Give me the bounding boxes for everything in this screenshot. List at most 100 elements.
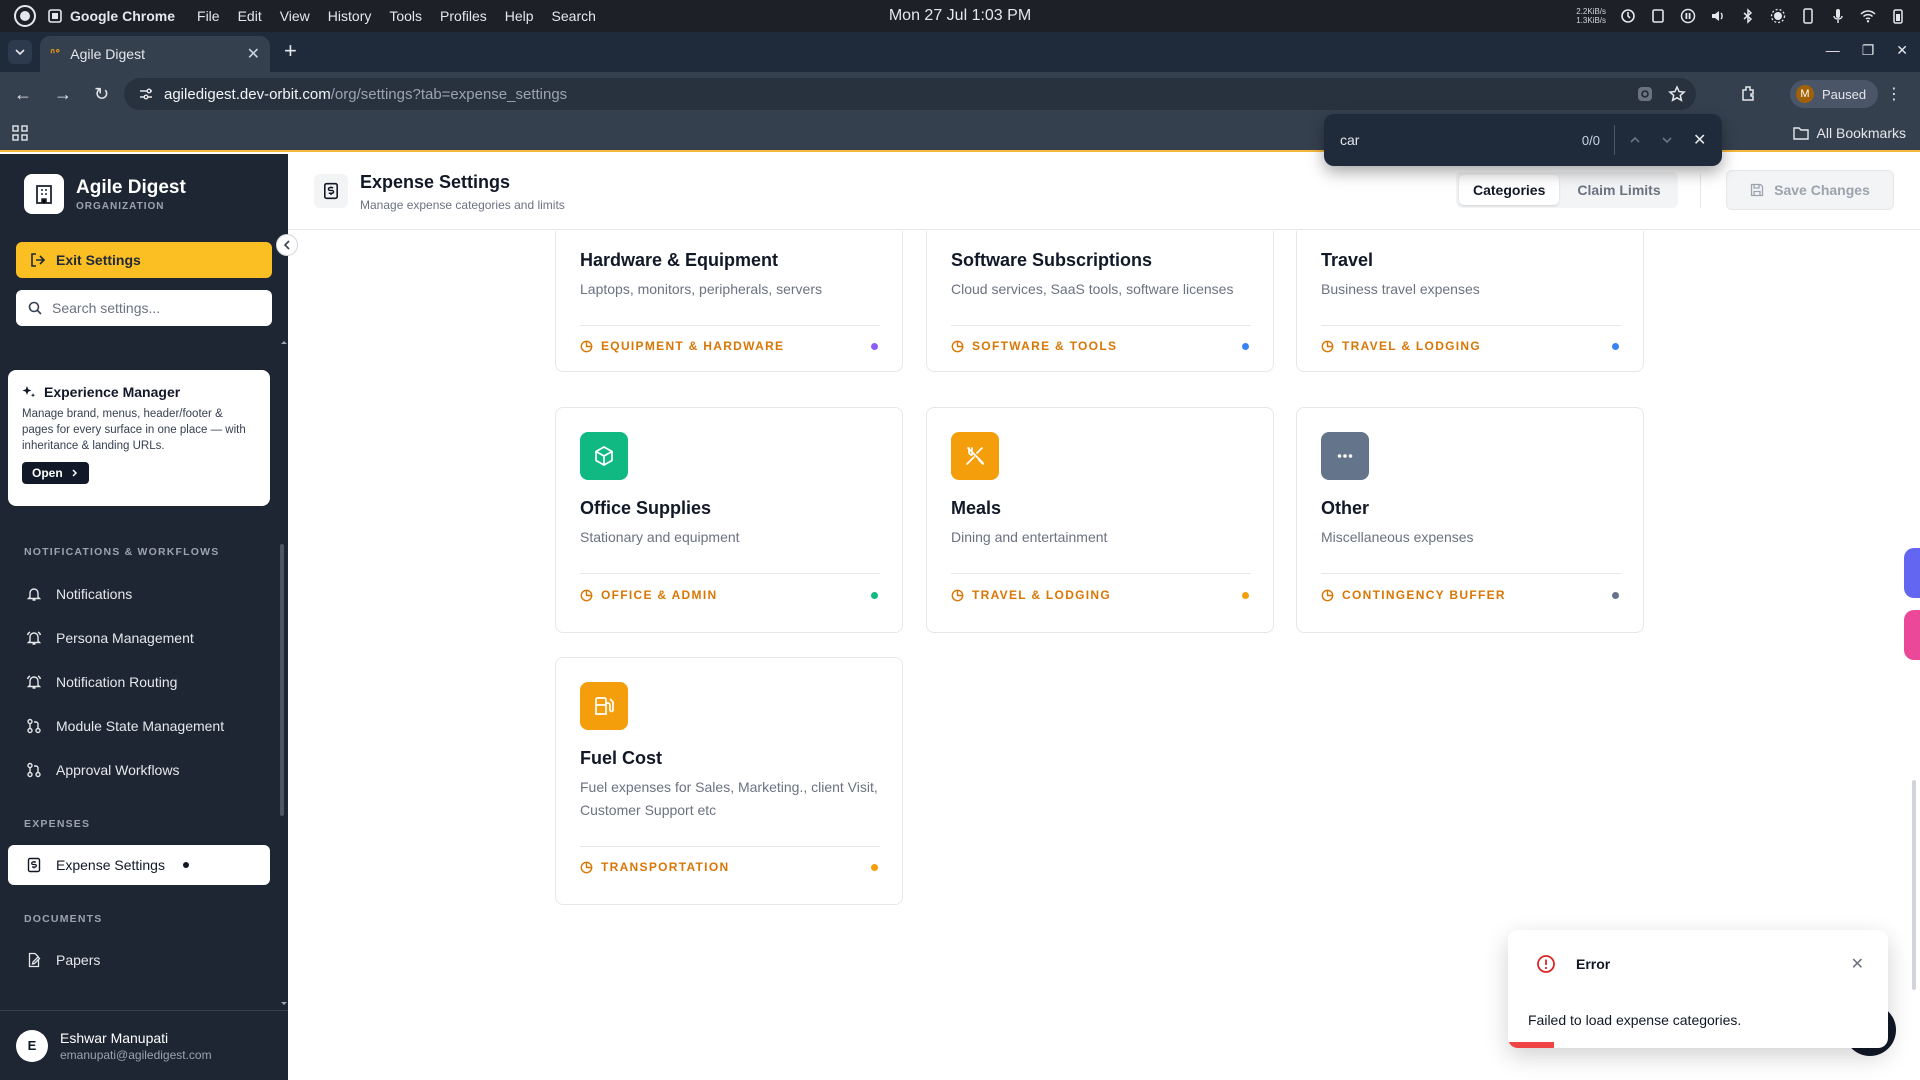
os-menu-file[interactable]: File (197, 8, 220, 24)
profile-button[interactable]: M Paused (1790, 80, 1879, 108)
browser-tab-active[interactable]: ᐢᐤ Agile Digest ✕ (40, 36, 270, 72)
budget-tag-label: CONTINGENCY BUFFER (1342, 588, 1506, 602)
category-card[interactable]: Travel Business travel expenses TRAVEL &… (1296, 231, 1644, 372)
forward-icon[interactable]: → (54, 84, 72, 105)
phone-icon[interactable] (1800, 8, 1816, 24)
os-menu-help[interactable]: Help (505, 8, 534, 24)
close-window-icon[interactable]: ✕ (1896, 42, 1908, 59)
error-toast: Error ✕ Failed to load expense categorie… (1508, 930, 1888, 1048)
tab-claim-limits[interactable]: Claim Limits (1563, 175, 1674, 205)
os-active-app[interactable]: Google Chrome (48, 8, 175, 24)
budget-tag-label: EQUIPMENT & HARDWARE (601, 339, 785, 353)
os-menu-history[interactable]: History (328, 8, 372, 24)
os-clock[interactable]: Mon 27 Jul 1:03 PM (889, 7, 1031, 25)
file-edit-icon (28, 952, 41, 968)
category-card[interactable]: Meals Dining and entertainment TRAVEL & … (926, 407, 1274, 633)
os-top-bar: Google Chrome File Edit View History Too… (0, 0, 1920, 32)
collapse-sidebar-button[interactable] (276, 234, 298, 256)
star-bookmark-icon[interactable] (1668, 85, 1686, 103)
category-color-dot (1242, 343, 1249, 350)
extensions-icon[interactable] (1740, 84, 1758, 102)
user-name: Eshwar Manupati (60, 1029, 169, 1046)
profile-status: Paused (1822, 86, 1867, 102)
wifi-icon[interactable] (1860, 8, 1876, 24)
git-pull-request-icon (27, 762, 41, 778)
chrome-menu-icon[interactable]: ⋮ (1886, 84, 1902, 104)
apps-grid-icon[interactable] (12, 125, 28, 141)
promo-open-button[interactable]: Open (22, 462, 89, 484)
sidebar-item-papers[interactable]: Papers (8, 940, 270, 980)
budget-tag-label: SOFTWARE & TOOLS (972, 339, 1118, 353)
back-icon[interactable]: ← (14, 84, 32, 105)
url-path: /org/settings?tab=expense_settings (330, 85, 568, 103)
section-title-notifications: NOTIFICATIONS & WORKFLOWS (24, 546, 220, 558)
address-bar[interactable]: agiledigest.dev-orbit.com/org/settings?t… (124, 78, 1696, 110)
sidebar-item-module-state-management[interactable]: Module State Management (8, 706, 270, 746)
tab-categories[interactable]: Categories (1459, 175, 1560, 205)
page-title: Expense Settings (360, 172, 511, 192)
nav-buttons: ← → ↻ (14, 84, 109, 105)
side-widget-tab[interactable] (1904, 548, 1920, 598)
save-icon (1750, 183, 1764, 197)
category-card[interactable]: Office Supplies Stationary and equipment… (555, 407, 903, 633)
user-profile[interactable]: E Eshwar Manupati emanupati@agiledigest.… (0, 1010, 288, 1080)
side-widget-tab[interactable] (1904, 610, 1920, 660)
box-icon (580, 432, 628, 480)
category-description: Fuel expenses for Sales, Marketing., cli… (580, 779, 878, 818)
os-menu-view[interactable]: View (280, 8, 310, 24)
pie-chart-icon (1321, 340, 1334, 352)
os-menu-profiles[interactable]: Profiles (440, 8, 487, 24)
find-previous-icon[interactable] (1629, 134, 1641, 146)
pause-icon[interactable] (1680, 8, 1696, 24)
new-tab-button[interactable]: + (284, 40, 297, 62)
close-tab-icon[interactable]: ✕ (247, 44, 260, 64)
sidebar-item-persona-management[interactable]: Persona Management (8, 618, 270, 658)
site-settings-icon[interactable] (138, 86, 154, 102)
find-close-icon[interactable]: ✕ (1693, 130, 1706, 150)
battery-icon[interactable] (1890, 8, 1906, 24)
exit-settings-button[interactable]: Exit Settings (16, 242, 272, 278)
scroll-down-icon[interactable] (280, 1000, 288, 1008)
timer-icon[interactable] (1620, 8, 1636, 24)
minimize-icon[interactable]: — (1826, 42, 1840, 59)
tab-search-button[interactable] (8, 40, 32, 64)
find-match-count: 0/0 (1581, 132, 1600, 148)
budget-tag: SOFTWARE & TOOLS (951, 339, 1117, 353)
os-logo-icon[interactable] (14, 5, 36, 27)
category-card[interactable]: Software Subscriptions Cloud services, S… (926, 231, 1274, 372)
sidebar-item-notifications[interactable]: Notifications (8, 574, 270, 614)
find-next-icon[interactable] (1661, 134, 1673, 146)
find-query-input[interactable]: car (1340, 132, 1540, 148)
card-divider (580, 573, 880, 574)
microphone-icon[interactable] (1830, 8, 1846, 24)
sidebar-item-notification-routing[interactable]: Notification Routing (8, 662, 270, 702)
save-changes-button[interactable]: Save Changes (1726, 170, 1894, 210)
browser-tab-title: Agile Digest (70, 46, 145, 62)
reload-icon[interactable]: ↻ (94, 84, 109, 105)
page-scrollbar[interactable] (1912, 780, 1916, 990)
sidebar-scrollbar[interactable] (280, 544, 284, 816)
os-menu-edit[interactable]: Edit (238, 8, 262, 24)
category-card[interactable]: Fuel Cost Fuel expenses for Sales, Marke… (555, 657, 903, 905)
lens-icon[interactable] (1636, 85, 1654, 103)
sidebar-item-expense-settings[interactable]: Expense Settings (8, 845, 270, 885)
experience-manager-card: Experience Manager Manage brand, menus, … (8, 370, 270, 506)
bluetooth-icon[interactable] (1740, 8, 1756, 24)
os-menu-tools[interactable]: Tools (389, 8, 422, 24)
section-title-documents: DOCUMENTS (24, 913, 103, 925)
toast-close-icon[interactable]: ✕ (1851, 954, 1864, 974)
org-switcher[interactable]: Agile Digest ORGANIZATION (24, 174, 186, 214)
sidebar-item-approval-workflows[interactable]: Approval Workflows (8, 750, 270, 790)
os-menu-search[interactable]: Search (552, 8, 596, 24)
all-bookmarks-button[interactable]: All Bookmarks (1792, 125, 1906, 141)
volume-icon[interactable] (1710, 8, 1726, 24)
category-card[interactable]: Hardware & Equipment Laptops, monitors, … (555, 231, 903, 372)
clipboard-icon[interactable] (1650, 8, 1666, 24)
brightness-icon[interactable] (1770, 8, 1786, 24)
find-divider (1614, 125, 1615, 155)
category-card[interactable]: Other Miscellaneous expenses CONTINGENCY… (1296, 407, 1644, 633)
settings-search-input[interactable] (52, 300, 252, 316)
scroll-up-icon[interactable] (280, 338, 288, 346)
budget-tag-label: TRANSPORTATION (601, 860, 730, 874)
maximize-icon[interactable]: ❐ (1862, 42, 1875, 59)
